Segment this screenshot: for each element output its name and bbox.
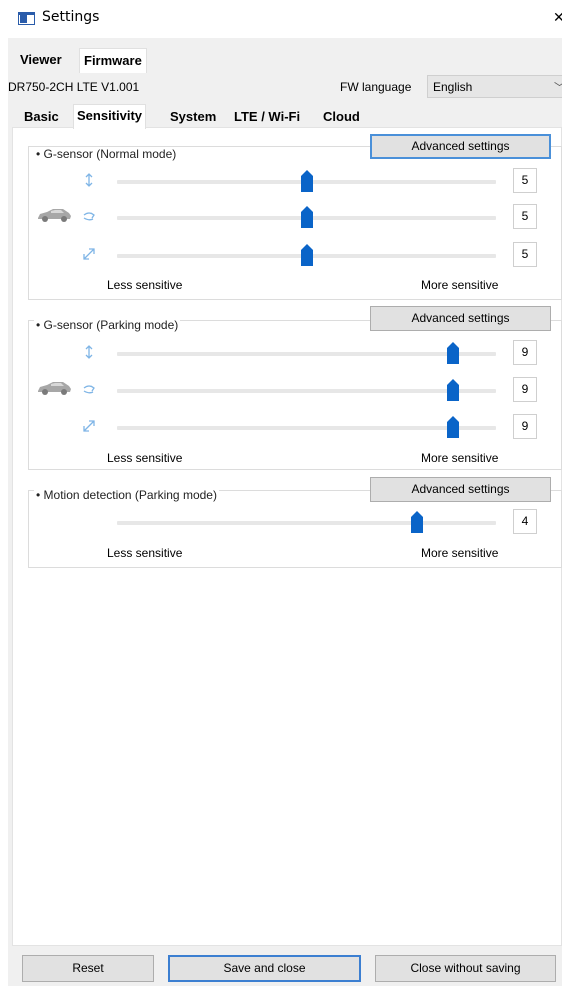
slider-thumb[interactable] [447,379,459,401]
chevron-down-icon: ﹀ [554,79,562,95]
slider-thumb[interactable] [447,416,459,438]
close-icon[interactable]: ✕ [553,9,562,26]
slider-value-box[interactable]: 4 [513,509,537,534]
vertical-axis-icon [85,345,93,359]
reset-button-label: Reset [72,961,104,975]
parking-advanced-settings-button[interactable]: Advanced settings [370,306,551,331]
motion-more-sensitive-label: More sensitive [421,546,499,560]
tab-firmware[interactable]: Firmware [79,48,147,73]
parking-less-sensitive-label: Less sensitive [107,451,183,465]
reset-button[interactable]: Reset [22,955,154,982]
save-and-close-button[interactable]: Save and close [168,955,361,982]
slider-track[interactable] [117,389,496,393]
fw-language-label: FW language [340,80,412,94]
motion-advanced-settings-button[interactable]: Advanced settings [370,477,551,502]
car-icon [38,382,71,395]
tab-viewer-label: Viewer [20,52,62,67]
turn-axis-icon [83,385,95,394]
normal-less-sensitive-label: Less sensitive [107,278,183,292]
tab-viewer[interactable]: Viewer [16,48,66,72]
settings-window-icon [18,12,35,25]
slider-track[interactable] [117,521,496,525]
tab-cloud[interactable]: Cloud [320,106,363,128]
tab-basic-label: Basic [24,109,59,124]
vertical-axis-icon [85,173,93,187]
normal-advanced-settings-button[interactable]: Advanced settings [370,134,551,159]
save-and-close-label: Save and close [223,961,306,975]
slider-thumb[interactable] [447,342,459,364]
gsensor-parking-title: • G-sensor (Parking mode) [34,318,181,332]
tab-lte-wifi-label: LTE / Wi-Fi [234,109,301,124]
motion-detection-title: • Motion detection (Parking mode) [34,488,219,502]
tab-system-label: System [170,109,217,124]
tab-cloud-label: Cloud [323,109,360,124]
slider-value-box[interactable]: 5 [513,168,537,193]
group-gsensor-parking [28,320,562,470]
window-title: Settings [42,9,100,25]
model-version: DR750-2CH LTE V1.001 [8,80,140,94]
slider-thumb[interactable] [301,244,313,266]
slider-value-box[interactable]: 9 [513,377,537,402]
slider-track[interactable] [117,352,496,356]
tab-lte-wifi[interactable]: LTE / Wi-Fi [231,106,303,128]
motion-less-sensitive-label: Less sensitive [107,546,183,560]
tab-sensitivity[interactable]: Sensitivity [73,104,147,129]
slider-thumb[interactable] [301,170,313,192]
turn-axis-icon [83,212,95,221]
parking-more-sensitive-label: More sensitive [421,451,499,465]
slider-value-box[interactable]: 5 [513,242,537,267]
fw-language-value: English [433,80,473,94]
normal-advanced-settings-label: Advanced settings [411,139,510,153]
motion-advanced-settings-label: Advanced settings [411,482,510,496]
tab-system[interactable]: System [167,106,219,128]
close-without-saving-button[interactable]: Close without saving [375,955,556,982]
tab-basic[interactable]: Basic [21,106,62,128]
slider-thumb[interactable] [411,511,423,533]
slider-thumb[interactable] [301,206,313,228]
slider-value-box[interactable]: 9 [513,414,537,439]
diagonal-axis-icon [83,248,95,260]
diagonal-axis-icon [83,420,95,432]
close-without-saving-label: Close without saving [410,961,521,975]
group-gsensor-normal [28,146,562,300]
slider-value-box[interactable]: 9 [513,340,537,365]
tab-sensitivity-label: Sensitivity [77,108,143,123]
normal-more-sensitive-label: More sensitive [421,278,499,292]
parking-advanced-settings-label: Advanced settings [411,311,510,325]
title-bar: Settings ✕ [0,0,562,36]
car-icon [38,209,71,222]
slider-value-box[interactable]: 5 [513,204,537,229]
tab-firmware-label: Firmware [84,53,142,68]
fw-language-select[interactable]: English ﹀ [427,75,562,98]
gsensor-normal-title: • G-sensor (Normal mode) [34,147,179,161]
slider-track[interactable] [117,426,496,430]
